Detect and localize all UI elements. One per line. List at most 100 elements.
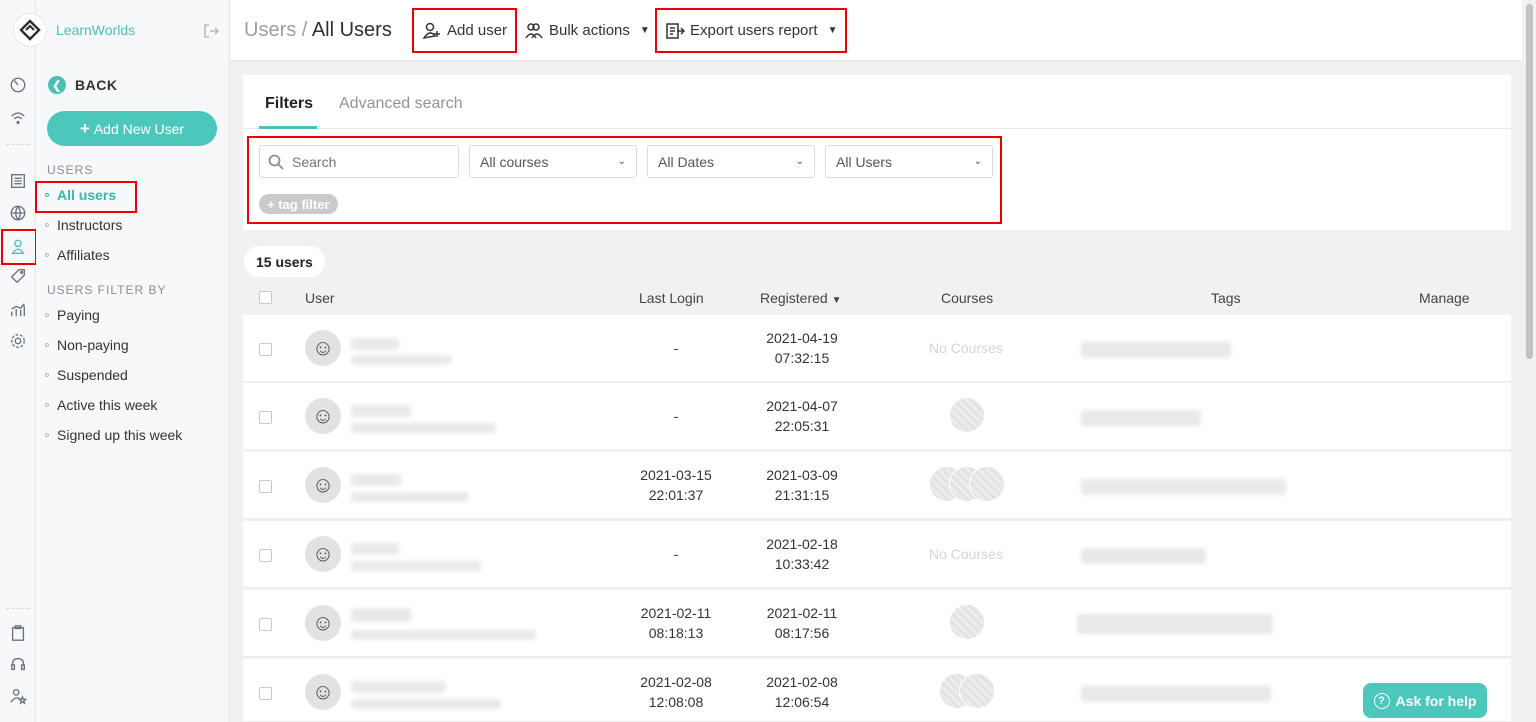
avatar: ☺ [305,674,341,710]
table-row[interactable]: ☺ - 2021-02-18 10:33:42 No Courses [243,521,1511,588]
last-login: 2021-03-15 22:01:37 [640,467,712,503]
headset-icon[interactable] [8,654,28,674]
filter-item-active-this-week[interactable]: Active this week [45,397,157,413]
table-row[interactable]: ☺ - 2021-04-19 07:32:15 No Courses [243,315,1511,382]
filter-item-label: Suspended [57,367,128,383]
filter-item-non-paying[interactable]: Non-paying [45,337,129,353]
registered: 2021-02-18 10:33:42 [766,536,838,572]
chevron-down-icon: ⌄ [973,156,982,167]
avatar: ☺ [305,330,341,366]
courses-select[interactable]: All courses ⌄ [469,145,637,178]
course-thumbnail[interactable] [969,466,1005,502]
redacted-email [351,423,496,433]
sidebar-item-all-users[interactable]: All users [45,187,116,203]
redacted-tags [1081,342,1231,358]
clipboard-icon[interactable] [8,623,28,643]
dates-select[interactable]: All Dates ⌄ [647,145,815,178]
table-row[interactable]: ☺ - 2021-04-07 22:05:31 [243,383,1511,450]
registered: 2021-02-08 12:06:54 [766,674,838,710]
row-checkbox[interactable] [259,411,272,424]
page-scrollbar[interactable] [1522,0,1536,722]
redacted-email [351,561,481,571]
sort-desc-icon: ▼ [831,295,842,306]
back-arrow-icon: ❮ [48,76,66,94]
active-tab-indicator [259,126,317,129]
users-select-value: All Users [836,153,893,170]
table-row[interactable]: ☺ 2021-03-15 22:01:37 2021-03-09 21:31:15 [243,452,1511,519]
redacted-name [351,608,411,622]
tag-filter-button[interactable]: + tag filter [259,194,338,214]
brand-logo[interactable]: LearnWorlds [14,14,135,46]
users-select[interactable]: All Users ⌄ [825,145,993,178]
sidebar: LearnWorlds ❮ BACK + Add New User USERS … [14,0,230,722]
settings-icon[interactable] [8,331,28,351]
question-icon: ? [1373,692,1390,709]
user-star-icon[interactable] [8,686,28,706]
sidebar-item-instructors[interactable]: Instructors [45,217,122,233]
learnworlds-logo-icon [14,14,46,46]
back-label: BACK [75,77,118,93]
course-thumbnail[interactable] [949,604,985,640]
scrollbar-thumb[interactable] [1526,4,1533,359]
bullet-icon [45,403,49,407]
sidebar-item-affiliates[interactable]: Affiliates [45,247,110,263]
user-count-badge: 15 users [244,246,325,277]
filter-item-signed-up-this-week[interactable]: Signed up this week [45,427,182,443]
ask-for-help-button[interactable]: ? Ask for help [1363,683,1487,718]
globe-icon[interactable] [8,203,28,223]
table-row[interactable]: ☺ 2021-02-08 12:08:08 2021-02-08 12:06:54 [243,659,1511,722]
bulk-users-icon [525,22,543,38]
filter-item-suspended[interactable]: Suspended [45,367,128,383]
courses-select-value: All courses [480,153,549,170]
back-button[interactable]: ❮ BACK [48,76,117,94]
no-courses-label: No Courses [929,340,1003,356]
users-icon[interactable] [8,237,28,257]
analytics-icon[interactable] [8,300,28,320]
tag-icon[interactable] [8,266,28,286]
add-new-user-button[interactable]: + Add New User [47,111,217,146]
breadcrumb-root[interactable]: Users [244,19,296,41]
row-checkbox[interactable] [259,618,272,631]
tab-filters[interactable]: Filters [265,95,313,113]
dashboard-icon[interactable] [8,75,28,95]
filters-panel: Filters Advanced search All courses ⌄ All… [243,75,1511,230]
export-icon [666,22,685,39]
search-input[interactable] [292,153,442,170]
pages-icon[interactable] [8,171,28,191]
filter-item-paying[interactable]: Paying [45,307,100,323]
ask-for-help-label: Ask for help [1395,692,1477,709]
sidebar-item-label: Instructors [57,217,123,233]
row-checkbox[interactable] [259,343,272,356]
users-section-label: USERS [47,163,94,177]
row-checkbox[interactable] [259,687,272,700]
registered: 2021-04-07 22:05:31 [766,398,838,434]
course-thumbnail[interactable] [959,673,995,709]
bulk-actions-button[interactable]: Bulk actions ▼ [516,8,658,53]
redacted-email [351,355,451,365]
sidebar-item-label: All users [57,187,117,203]
add-user-button[interactable]: Add user [412,8,518,53]
wifi-icon[interactable] [8,108,28,128]
row-checkbox[interactable] [259,480,272,493]
export-users-report-button[interactable]: Export users report ▼ [655,8,848,53]
filter-tabs: Filters Advanced search [243,75,1511,129]
bullet-icon [45,313,49,317]
redacted-email [351,630,536,640]
tab-advanced-search[interactable]: Advanced search [339,95,463,113]
collapse-sidebar-icon[interactable] [202,22,220,40]
search-field[interactable] [259,145,459,178]
table-row[interactable]: ☺ 2021-02-11 08:18:13 2021-02-11 08:17:56 [243,590,1511,657]
plus-icon: + [79,118,90,138]
col-registered[interactable]: Registered ▼ [760,290,842,306]
dates-select-value: All Dates [658,153,715,170]
chevron-down-icon: ⌄ [795,156,804,167]
col-last-login: Last Login [639,290,704,306]
brand-name: LearnWorlds [56,22,136,38]
row-checkbox[interactable] [259,549,272,562]
col-registered-label: Registered [760,290,828,306]
course-thumbnail[interactable] [949,397,985,433]
select-all-checkbox[interactable] [259,291,272,304]
page-title: All Users [311,19,392,41]
col-user: User [305,290,335,306]
registered: 2021-04-19 07:32:15 [766,330,838,366]
